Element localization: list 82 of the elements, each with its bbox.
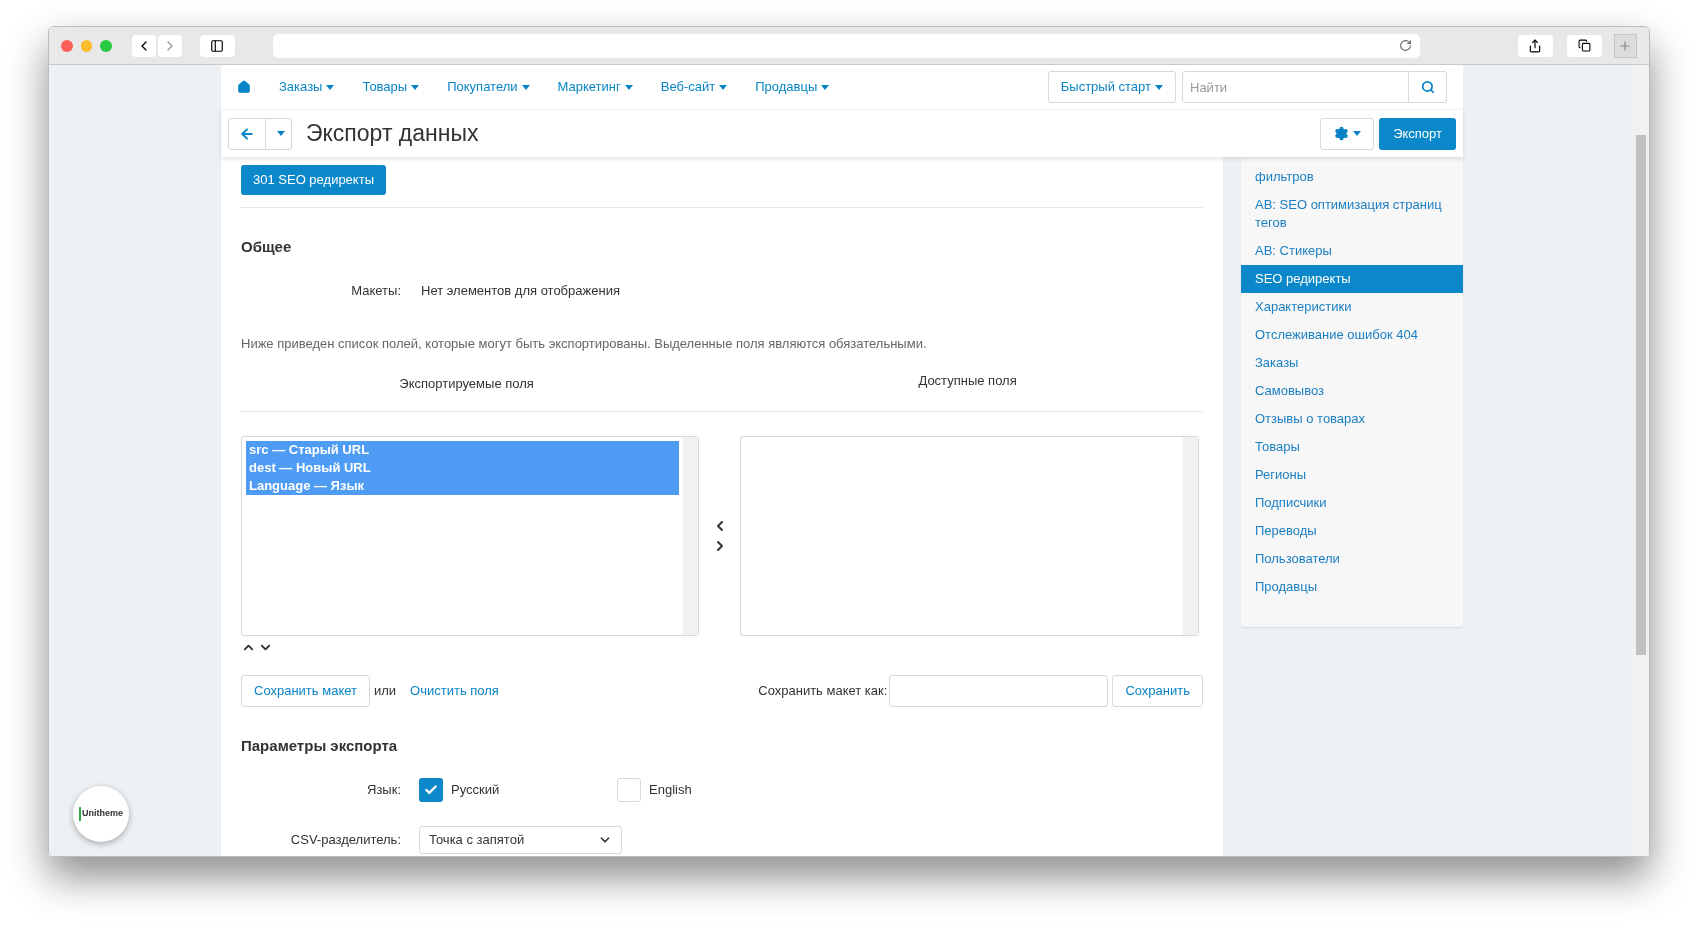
dropdown-button[interactable] [266,117,292,150]
quick-start-button[interactable]: Быстрый старт [1047,71,1176,103]
check-icon [424,782,438,797]
caret-icon [821,84,830,90]
sidebar-item[interactable]: Переводы [1241,517,1463,545]
save-button[interactable]: Сохранить [1112,675,1203,707]
sidebar-item[interactable]: Товары [1241,433,1463,461]
section-button[interactable]: 301 SEO редиректы [241,165,386,195]
home-icon[interactable] [237,80,251,94]
sidebar-item[interactable]: Продавцы [1241,573,1463,601]
caret-icon [1155,84,1163,90]
list-option[interactable]: src — Старый URL [246,441,679,459]
page-title: Экспорт данных [306,119,479,149]
sidebar-item[interactable]: Заказы [1241,349,1463,377]
sidebar-item[interactable]: AB: Стикеры [1241,237,1463,265]
field-label: Язык: [366,780,401,799]
share-icon [1528,38,1543,53]
checkbox-label: English [649,780,692,799]
sidebar-item[interactable]: фильтров [1241,163,1463,191]
search-icon [1420,80,1435,94]
section-heading: Параметры экспорта [241,736,399,756]
sidebar-item[interactable]: Отслеживание ошибок 404 [1241,321,1463,349]
nav-menu[interactable]: Покупатели [447,77,530,97]
field-label: CSV-разделитель: [289,830,401,849]
caret-icon [326,84,335,90]
share-button[interactable] [1517,34,1553,57]
reload-icon[interactable] [1398,39,1412,52]
sidebar-item[interactable]: Подписчики [1241,489,1463,517]
nav-menu[interactable]: Товары [362,77,420,97]
sidebar-item[interactable]: Отзывы о товарах [1241,405,1463,433]
checkbox[interactable] [617,777,641,802]
nav-menu[interactable]: Продавцы [755,77,830,97]
sidebar-item[interactable]: Регионы [1241,461,1463,489]
back-button[interactable] [131,34,156,57]
nav-menu[interactable]: Заказы [279,77,335,97]
tabs-icon [1577,39,1591,52]
sidebar-item[interactable]: Пользователи [1241,545,1463,573]
column-heading: Экспортируемые поля [398,374,535,393]
save-layout-button[interactable]: Сохранить макет [241,675,370,707]
list-option[interactable]: dest — Новый URL [246,459,679,477]
caret-icon [411,84,420,90]
sidebar-item[interactable]: Самовывоз [1241,377,1463,405]
sidebar-icon [210,38,225,53]
new-tab-button[interactable] [1613,33,1637,58]
fields-note: Ниже приведен список полей, которые могут быть экспортированы. Выделенные поля являются обязательными. [241,335,928,353]
gear-icon [1333,126,1349,141]
layout-name-field[interactable] [889,675,1109,707]
clear-fields-link[interactable]: Очистить поля [410,681,499,701]
checkbox[interactable] [419,777,443,802]
list-option[interactable]: Language — Язык [246,477,679,495]
back-button[interactable] [228,117,266,150]
sidebar-toggle-button[interactable] [199,34,235,57]
caret-icon [719,84,728,90]
csv-delimiter-select[interactable]: Точка с запятой [419,825,622,854]
search-button[interactable] [1409,71,1447,103]
exported-fields-list[interactable]: src — Старый URL dest — Новый URL Language — Язык [241,436,699,636]
caret-icon [1352,131,1361,136]
scrollbar[interactable] [683,437,698,635]
available-fields-list[interactable] [740,436,1199,636]
sidebar-item[interactable]: AB: SEO оптимизация страниц тегов [1241,191,1463,237]
caret-icon [624,84,633,90]
search-field[interactable]: Найти [1182,71,1409,103]
scrollbar-thumb[interactable] [1636,135,1646,655]
nav-menu[interactable]: Веб-сайт [660,77,728,97]
settings-button[interactable] [1320,117,1375,150]
caret-icon [276,131,285,136]
scrollbar[interactable] [1183,437,1198,635]
sidebar-item[interactable]: Характеристики [1241,293,1463,321]
checkbox-label: Русский [451,780,500,799]
plus-icon [1618,38,1633,53]
export-button[interactable]: Экспорт [1379,117,1456,150]
vendor-badge[interactable]: Unitheme [73,786,129,842]
save-as-label: Сохранить макет как: [758,682,888,701]
or-text: или [373,682,397,701]
nav-menu[interactable]: Маркетинг [557,77,633,97]
section-heading: Общее [241,237,293,257]
tabs-button[interactable] [1566,34,1602,57]
field-value: Нет элементов для отображения [421,281,620,300]
sidebar-item[interactable]: SEO редиректы [1241,265,1463,293]
field-label: Макеты: [350,281,401,300]
caret-icon [521,84,530,90]
column-heading: Доступные поля [917,371,1018,390]
